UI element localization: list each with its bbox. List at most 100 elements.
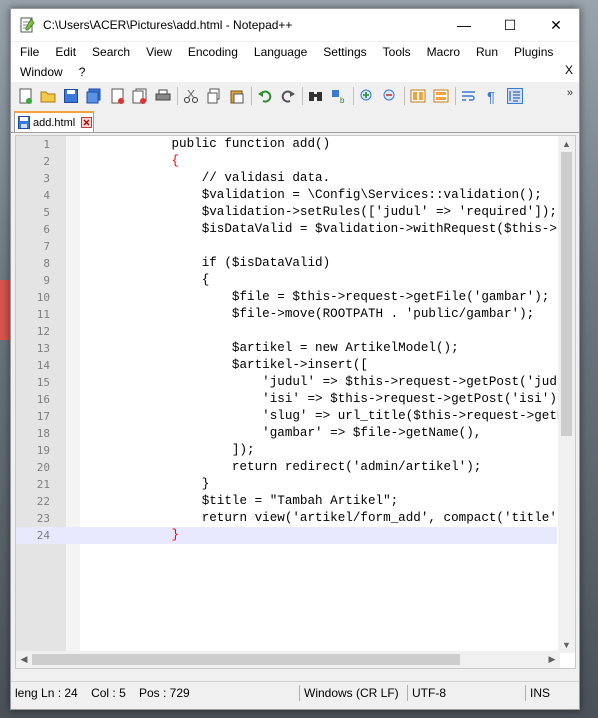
status-insert-mode[interactable]: INS bbox=[526, 684, 570, 702]
code-text: } bbox=[111, 528, 180, 542]
zoom-in-icon[interactable] bbox=[357, 86, 377, 106]
vertical-scrollbar[interactable]: ▲ ▼ bbox=[558, 136, 575, 653]
line-number: 2 bbox=[43, 155, 50, 168]
code-line[interactable]: 9 { bbox=[16, 272, 557, 289]
line-number: 19 bbox=[36, 444, 50, 457]
maximize-button[interactable]: ☐ bbox=[487, 9, 533, 41]
line-number: 1 bbox=[43, 138, 50, 151]
open-file-icon[interactable] bbox=[38, 86, 58, 106]
menu-macro[interactable]: Macro bbox=[419, 45, 468, 59]
code-line[interactable]: 23 return view('artikel/form_add', compa… bbox=[16, 510, 575, 527]
menu-tools[interactable]: Tools bbox=[375, 45, 419, 59]
paste-icon[interactable] bbox=[227, 86, 247, 106]
toolbar-overflow-chevron-icon[interactable]: » bbox=[567, 87, 573, 99]
code-line[interactable]: 8 if ($isDataValid) bbox=[16, 255, 557, 272]
code-line[interactable]: 24 } bbox=[16, 527, 557, 544]
replace-icon[interactable]: b bbox=[329, 86, 349, 106]
line-number: 13 bbox=[36, 342, 50, 355]
sync-vertical-icon[interactable] bbox=[408, 86, 428, 106]
code-line[interactable]: 18 'gambar' => $file->getName(), bbox=[16, 425, 557, 442]
scroll-left-arrow-icon[interactable]: ◀ bbox=[16, 651, 32, 668]
new-file-icon[interactable] bbox=[15, 86, 35, 106]
menu-search[interactable]: Search bbox=[84, 45, 138, 59]
menu-row-main: File Edit Search View Encoding Language Settin… bbox=[11, 42, 579, 62]
title-bar[interactable]: C:\Users\ACER\Pictures\add.html - Notepa… bbox=[11, 9, 579, 41]
menu-settings[interactable]: Settings bbox=[315, 45, 374, 59]
code-text: 'slug' => url_title($this->request->getP… bbox=[111, 409, 576, 423]
code-line[interactable]: 12 bbox=[16, 323, 557, 340]
menu-help[interactable]: ? bbox=[71, 65, 94, 79]
word-wrap-icon[interactable] bbox=[459, 86, 479, 106]
code-line[interactable]: 1 public function add() bbox=[16, 136, 557, 153]
code-text: ]); bbox=[111, 443, 255, 457]
code-line[interactable]: 11 $file->move(ROOTPATH . 'public/gambar… bbox=[16, 306, 557, 323]
line-number: 8 bbox=[43, 257, 50, 270]
redo-icon[interactable] bbox=[278, 86, 298, 106]
horizontal-scroll-thumb[interactable] bbox=[32, 654, 460, 665]
menu-run[interactable]: Run bbox=[468, 45, 506, 59]
code-line[interactable]: 7 bbox=[16, 238, 557, 255]
zoom-out-icon[interactable] bbox=[380, 86, 400, 106]
cut-icon[interactable] bbox=[181, 86, 201, 106]
save-all-icon[interactable] bbox=[84, 86, 104, 106]
status-encoding[interactable]: UTF-8 bbox=[408, 684, 525, 702]
vertical-scroll-thumb[interactable] bbox=[561, 152, 572, 436]
code-line[interactable]: 16 'isi' => $this->request->getPost('isi… bbox=[16, 391, 565, 408]
close-all-icon[interactable] bbox=[130, 86, 150, 106]
code-line[interactable]: 5 $validation->setRules(['judul' => 'req… bbox=[16, 204, 557, 221]
line-number: 20 bbox=[36, 461, 50, 474]
undo-icon[interactable] bbox=[255, 86, 275, 106]
close-icon[interactable] bbox=[107, 86, 127, 106]
scroll-up-arrow-icon[interactable]: ▲ bbox=[558, 136, 575, 152]
code-line[interactable]: 10 $file = $this->request->getFile('gamb… bbox=[16, 289, 557, 306]
menu-file[interactable]: File bbox=[11, 45, 47, 59]
code-line[interactable]: 3 // validasi data. bbox=[16, 170, 557, 187]
tab-close-icon[interactable] bbox=[81, 117, 93, 128]
tab-add-html[interactable]: add.html bbox=[14, 111, 94, 132]
menu-edit[interactable]: Edit bbox=[47, 45, 84, 59]
code-editor[interactable]: 1 public function add() 2 {3 // validasi … bbox=[15, 135, 576, 669]
minimize-button[interactable]: — bbox=[441, 9, 487, 41]
line-number: 21 bbox=[36, 478, 50, 491]
find-icon[interactable] bbox=[306, 86, 326, 106]
scroll-down-arrow-icon[interactable]: ▼ bbox=[558, 637, 575, 653]
code-line[interactable]: 21 } bbox=[16, 476, 557, 493]
save-icon[interactable] bbox=[61, 86, 81, 106]
menu-plugins[interactable]: Plugins bbox=[506, 45, 561, 59]
scroll-right-arrow-icon[interactable]: ▶ bbox=[544, 651, 560, 668]
line-number: 7 bbox=[43, 240, 50, 253]
code-text: $title = "Tambah Artikel"; bbox=[111, 494, 399, 508]
code-line[interactable]: 20 return redirect('admin/artikel'); bbox=[16, 459, 557, 476]
sync-horizontal-icon[interactable] bbox=[431, 86, 451, 106]
print-icon[interactable] bbox=[153, 86, 173, 106]
menu-view[interactable]: View bbox=[138, 45, 180, 59]
line-number: 24 bbox=[36, 529, 50, 542]
copy-icon[interactable] bbox=[204, 86, 224, 106]
code-line[interactable]: 19 ]); bbox=[16, 442, 557, 459]
code-text: public function add() bbox=[111, 137, 331, 151]
line-number: 17 bbox=[36, 410, 50, 423]
close-document-button[interactable]: X bbox=[565, 63, 573, 77]
svg-text:b: b bbox=[340, 96, 345, 104]
code-line[interactable]: 22 $title = "Tambah Artikel"; bbox=[16, 493, 557, 510]
code-line[interactable]: 15 'judul' => $this->request->getPost('j… bbox=[16, 374, 575, 391]
toolbar-separator bbox=[404, 87, 405, 105]
status-eol[interactable]: Windows (CR LF) bbox=[300, 684, 407, 702]
code-line[interactable]: 6 $isDataValid = $validation->withReques… bbox=[16, 221, 575, 238]
horizontal-scrollbar[interactable]: ◀ ▶ bbox=[16, 651, 560, 668]
status-bar: leng Ln : 24 Col : 5 Pos : 729 Windows (… bbox=[11, 681, 579, 704]
code-line[interactable]: 2 { bbox=[16, 153, 557, 170]
code-line[interactable]: 13 $artikel = new ArtikelModel(); bbox=[16, 340, 557, 357]
code-line[interactable]: 4 $validation = \Config\Services::valida… bbox=[16, 187, 557, 204]
indent-guide-icon[interactable] bbox=[505, 86, 525, 106]
show-all-chars-icon[interactable]: ¶ bbox=[482, 86, 502, 106]
saved-file-icon bbox=[18, 116, 30, 129]
tab-label: add.html bbox=[33, 116, 76, 129]
code-line[interactable]: 17 'slug' => url_title($this->request->g… bbox=[16, 408, 575, 425]
status-position-cell: Pos : 729 bbox=[135, 684, 299, 702]
menu-encoding[interactable]: Encoding bbox=[180, 45, 246, 59]
close-window-button[interactable]: ✕ bbox=[533, 9, 579, 41]
menu-language[interactable]: Language bbox=[246, 45, 315, 59]
code-line[interactable]: 14 $artikel->insert([ bbox=[16, 357, 557, 374]
menu-window[interactable]: Window bbox=[11, 65, 71, 79]
